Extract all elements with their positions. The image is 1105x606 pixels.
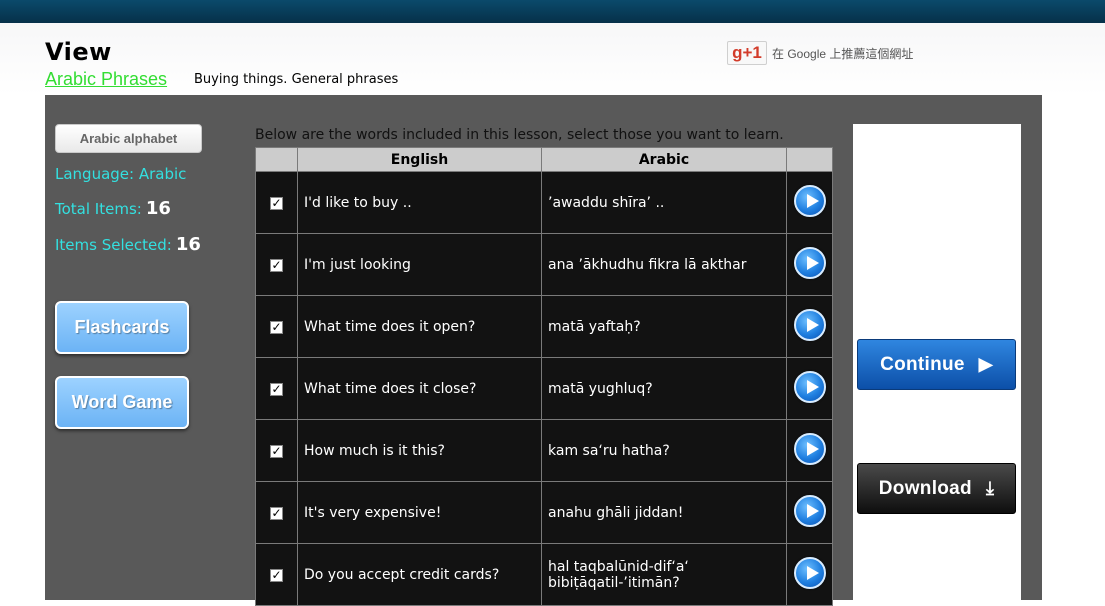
total-items-label: Total Items: bbox=[55, 200, 142, 218]
play-audio-icon[interactable] bbox=[793, 308, 826, 341]
items-selected-label: Items Selected: bbox=[55, 236, 172, 254]
arabic-cell: ’awaddu shīra’ .. bbox=[541, 171, 787, 234]
items-selected-value: 16 bbox=[175, 234, 201, 255]
header-arabic: Arabic bbox=[541, 147, 787, 172]
checkbox-cell: ✓ bbox=[255, 295, 298, 358]
audio-cell bbox=[786, 543, 833, 606]
download-label: Download bbox=[878, 478, 972, 499]
continue-label: Continue bbox=[880, 354, 965, 375]
audio-cell bbox=[786, 419, 833, 482]
arabic-cell: hal taqbalūnid-dif‘a‘ bibiṭāqatil-’itimā… bbox=[541, 543, 787, 606]
words-table: English Arabic ✓ I'd like to buy ..’awadd… bbox=[255, 147, 833, 606]
play-audio-icon[interactable] bbox=[793, 184, 826, 217]
arabic-cell: kam sa‘ru hatha? bbox=[541, 419, 787, 482]
audio-cell bbox=[786, 357, 833, 420]
total-items-value: 16 bbox=[145, 198, 171, 219]
select-checkbox[interactable]: ✓ bbox=[270, 320, 283, 334]
english-cell: What time does it close? bbox=[297, 357, 542, 420]
checkbox-cell: ✓ bbox=[255, 171, 298, 234]
english-cell: What time does it open? bbox=[297, 295, 542, 358]
arabic-cell: matā yaftaḥ? bbox=[541, 295, 787, 358]
arabic-alphabet-button[interactable]: Arabic alphabet bbox=[55, 124, 202, 153]
table-row: ✓ What time does it open? matā yaftaḥ? bbox=[255, 295, 833, 358]
checkbox-cell: ✓ bbox=[255, 233, 298, 296]
total-items: Total Items: 16 bbox=[55, 198, 171, 219]
language-label: Language: Arabic bbox=[55, 165, 186, 183]
download-icon: ⤓ bbox=[985, 478, 995, 498]
audio-cell bbox=[786, 481, 833, 544]
play-arrow-icon: ▶ bbox=[978, 354, 993, 374]
items-selected: Items Selected: 16 bbox=[55, 234, 201, 255]
english-cell: Do you accept credit cards? bbox=[297, 543, 542, 606]
play-audio-icon[interactable] bbox=[793, 370, 826, 403]
select-checkbox[interactable]: ✓ bbox=[270, 506, 283, 520]
flashcards-button[interactable]: Flashcards bbox=[55, 301, 189, 354]
arabic-cell: matā yughluq? bbox=[541, 357, 787, 420]
audio-cell bbox=[786, 171, 833, 234]
checkbox-cell: ✓ bbox=[255, 357, 298, 420]
download-button[interactable]: Download ⤓ bbox=[857, 463, 1016, 514]
top-bar bbox=[0, 0, 1105, 23]
google-plus-one-button[interactable]: g+1 bbox=[727, 41, 767, 65]
select-checkbox[interactable]: ✓ bbox=[270, 382, 283, 396]
arabic-cell: ana ’ākhudhu fikra lā akthar bbox=[541, 233, 787, 296]
play-audio-icon[interactable] bbox=[793, 556, 826, 589]
header-audio-col bbox=[786, 147, 833, 172]
header-english: English bbox=[297, 147, 542, 172]
english-cell: I'm just looking bbox=[297, 233, 542, 296]
english-cell: I'd like to buy .. bbox=[297, 171, 542, 234]
english-cell: How much is it this? bbox=[297, 419, 542, 482]
word-game-button[interactable]: Word Game bbox=[55, 376, 189, 429]
table-row: ✓ It's very expensive! anahu ghāli jiddan! bbox=[255, 481, 833, 544]
checkbox-cell: ✓ bbox=[255, 419, 298, 482]
english-cell: It's very expensive! bbox=[297, 481, 542, 544]
play-audio-icon[interactable] bbox=[793, 246, 826, 279]
continue-button[interactable]: Continue ▶ bbox=[857, 339, 1016, 390]
arabic-cell: anahu ghāli jiddan! bbox=[541, 481, 787, 544]
table-row: ✓ I'd like to buy ..’awaddu shīra’ .. bbox=[255, 171, 833, 234]
table-row: ✓ What time does it close? matā yughluq? bbox=[255, 357, 833, 420]
audio-cell bbox=[786, 295, 833, 358]
select-checkbox[interactable]: ✓ bbox=[270, 196, 283, 210]
page-title: View bbox=[45, 38, 112, 66]
language-text: Language: Arabic bbox=[55, 165, 187, 183]
table-row: ✓ I'm just looking ana ’ākhudhu fikra lā a… bbox=[255, 233, 833, 296]
lesson-category-link[interactable]: Arabic Phrases bbox=[45, 69, 167, 90]
header-checkbox-col bbox=[255, 147, 298, 172]
google-plus-one-text: 在 Google 上推薦這個網址 bbox=[772, 47, 914, 61]
lesson-instruction: Below are the words included in this les… bbox=[255, 127, 784, 143]
select-checkbox[interactable]: ✓ bbox=[270, 258, 283, 272]
lesson-name: Buying things. General phrases bbox=[194, 72, 399, 87]
table-header-row: English Arabic bbox=[255, 147, 833, 172]
select-checkbox[interactable]: ✓ bbox=[270, 568, 283, 582]
audio-cell bbox=[786, 233, 833, 296]
select-checkbox[interactable]: ✓ bbox=[270, 444, 283, 458]
table-row: ✓ How much is it this? kam sa‘ru hatha? bbox=[255, 419, 833, 482]
play-audio-icon[interactable] bbox=[793, 494, 826, 527]
table-row: ✓ Do you accept credit cards? hal taqbalūn… bbox=[255, 543, 833, 606]
checkbox-cell: ✓ bbox=[255, 543, 298, 606]
checkbox-cell: ✓ bbox=[255, 481, 298, 544]
play-audio-icon[interactable] bbox=[793, 432, 826, 465]
